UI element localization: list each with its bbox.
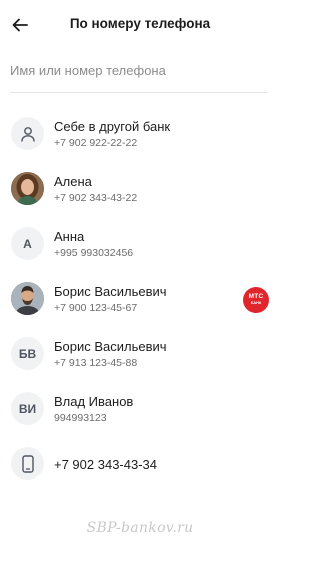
search-input[interactable] (10, 58, 268, 82)
avatar-initials: ВИ (11, 392, 44, 425)
mts-bank-badge-icon: МТС БАНК (243, 287, 269, 313)
bank-badge-line2: БАНК (250, 300, 262, 305)
contacts-list: Себе в другой банк +7 902 922-22-22 Ален… (0, 108, 280, 493)
contact-name: Борис Васильевич (54, 339, 167, 354)
profile-photo-icon (11, 172, 44, 205)
avatar-initials: БВ (11, 337, 44, 370)
profile-photo-icon (11, 282, 44, 315)
contact-phone: +995 993032456 (54, 247, 134, 259)
search-field[interactable] (10, 58, 268, 93)
contact-row-boris-1[interactable]: Борис Васильевич +7 900 123-45-67 МТС БА… (0, 273, 280, 328)
smartphone-icon (21, 454, 34, 473)
contact-name: Борис Васильевич (54, 284, 167, 299)
contact-phone: +7 902 922-22-22 (54, 137, 138, 149)
watermark: SBP-bankov.ru (86, 520, 194, 536)
avatar (11, 117, 44, 150)
header: По номеру телефона (0, 0, 280, 50)
contact-row-anna[interactable]: А Анна +995 993032456 (0, 218, 280, 273)
phone-number-entry: +7 902 343-43-34 (54, 457, 158, 472)
contact-name: Влад Иванов (54, 394, 134, 409)
bank-badge-line1: МТС (248, 293, 264, 301)
contact-name: Алена (54, 174, 92, 189)
contact-name: Себе в другой банк (54, 119, 171, 134)
contact-phone: 994993123 (54, 412, 107, 424)
avatar (11, 447, 44, 480)
contact-row-boris-2[interactable]: БВ Борис Васильевич +7 913 123-45-88 (0, 328, 280, 383)
avatar-photo (11, 282, 44, 315)
contact-phone: +7 913 123-45-88 (54, 357, 138, 369)
avatar-initials: А (11, 227, 44, 260)
contact-phone: +7 900 123-45-67 (54, 302, 138, 314)
contact-row-vlad[interactable]: ВИ Влад Иванов 994993123 (0, 383, 280, 438)
contact-row-self[interactable]: Себе в другой банк +7 902 922-22-22 (0, 108, 280, 163)
contact-row-alena[interactable]: Алена +7 902 343-43-22 (0, 163, 280, 218)
avatar-photo (11, 172, 44, 205)
contact-phone: +7 902 343-43-22 (54, 192, 138, 204)
person-icon (20, 126, 35, 142)
page-title: По номеру телефона (69, 16, 211, 31)
contact-row-phone-number[interactable]: +7 902 343-43-34 (0, 438, 280, 493)
contact-name: Анна (54, 229, 85, 244)
